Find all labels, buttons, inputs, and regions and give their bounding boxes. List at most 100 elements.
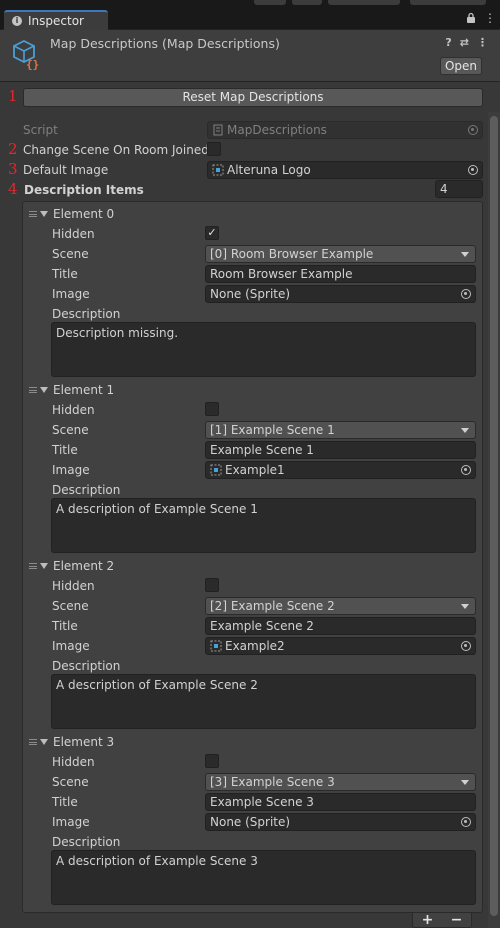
scene-dropdown[interactable]: [2] Example Scene 2 xyxy=(205,597,476,615)
drag-handle-icon[interactable] xyxy=(29,211,37,217)
component-header: {} Map Descriptions (Map Descriptions) ?… xyxy=(0,30,500,82)
image-value: None (Sprite) xyxy=(210,287,291,301)
element-header[interactable]: Element 2 xyxy=(29,559,114,573)
scene-value: [1] Example Scene 1 xyxy=(210,423,335,437)
foldout-triangle-icon[interactable] xyxy=(40,211,48,217)
scene-value: [2] Example Scene 2 xyxy=(210,599,335,613)
reset-map-descriptions-button[interactable]: Reset Map Descriptions xyxy=(23,88,483,107)
image-field[interactable]: None (Sprite) xyxy=(205,285,476,303)
description-label: Description xyxy=(52,659,121,673)
scene-dropdown[interactable]: [1] Example Scene 1 xyxy=(205,421,476,439)
image-field[interactable]: Example2 xyxy=(205,637,476,655)
help-icon[interactable]: ? xyxy=(445,36,451,49)
list-footer: + − xyxy=(412,913,472,928)
image-label: Image xyxy=(52,463,90,477)
scrollbar[interactable] xyxy=(488,112,500,928)
lock-icon[interactable] xyxy=(466,12,476,24)
dropdown-arrow-icon xyxy=(461,604,469,609)
hidden-checkbox[interactable] xyxy=(205,754,219,768)
title-label: Title xyxy=(52,619,78,633)
script-component-icon: {} xyxy=(13,39,39,71)
description-textarea[interactable]: A description of Example Scene 3 xyxy=(51,850,476,905)
scene-label: Scene xyxy=(52,775,89,789)
scene-value: [0] Room Browser Example xyxy=(210,247,374,261)
drag-handle-icon[interactable] xyxy=(29,739,37,745)
change-scene-label: Change Scene On Room Joined xyxy=(23,143,209,157)
scene-label: Scene xyxy=(52,599,89,613)
foldout-triangle-icon[interactable] xyxy=(40,387,48,393)
change-scene-checkbox[interactable] xyxy=(207,142,221,156)
description-label: Description xyxy=(52,307,121,321)
image-value: None (Sprite) xyxy=(210,815,291,829)
header-icons: ? ⇄ ⋮ xyxy=(445,36,488,49)
drag-handle-icon[interactable] xyxy=(29,563,37,569)
dropdown-arrow-icon xyxy=(461,780,469,785)
object-picker-icon[interactable] xyxy=(461,817,471,827)
toolbar-button[interactable] xyxy=(292,0,322,5)
object-picker-icon[interactable] xyxy=(461,465,471,475)
hidden-checkbox[interactable] xyxy=(205,578,219,592)
scene-label: Scene xyxy=(52,423,89,437)
scene-dropdown[interactable]: [0] Room Browser Example xyxy=(205,245,476,263)
scrollbar-thumb[interactable] xyxy=(490,116,498,916)
object-picker-icon[interactable] xyxy=(461,641,471,651)
object-picker-icon[interactable] xyxy=(461,289,471,299)
kebab-menu-icon[interactable]: ⋮ xyxy=(484,12,496,24)
foldout-triangle-icon[interactable] xyxy=(40,563,48,569)
hidden-label: Hidden xyxy=(52,227,95,241)
element-header[interactable]: Element 3 xyxy=(29,735,114,749)
image-value: Example2 xyxy=(225,639,285,653)
sprite-icon xyxy=(210,640,222,652)
hidden-checkbox[interactable] xyxy=(205,402,219,416)
toolbar-button[interactable] xyxy=(410,0,486,5)
script-field: MapDescriptions xyxy=(207,121,483,139)
title-field[interactable]: Room Browser Example xyxy=(205,265,476,283)
open-button[interactable]: Open xyxy=(440,57,482,75)
description-textarea[interactable]: A description of Example Scene 1 xyxy=(51,498,476,553)
default-image-value: Alteruna Logo xyxy=(227,163,311,177)
title-label: Title xyxy=(52,267,78,281)
tab-inspector[interactable]: i Inspector xyxy=(4,10,108,30)
description-textarea[interactable]: Description missing. xyxy=(51,322,476,377)
foldout-triangle-icon[interactable] xyxy=(40,739,48,745)
default-image-field[interactable]: Alteruna Logo xyxy=(207,161,483,179)
component-menu-icon[interactable]: ⋮ xyxy=(477,36,488,49)
preset-icon[interactable]: ⇄ xyxy=(460,36,469,49)
image-label: Image xyxy=(52,287,90,301)
hidden-checkbox[interactable]: ✓ xyxy=(205,226,219,240)
component-title: Map Descriptions (Map Descriptions) xyxy=(50,36,280,51)
object-picker-icon xyxy=(468,125,478,135)
hidden-label: Hidden xyxy=(52,403,95,417)
title-field[interactable]: Example Scene 2 xyxy=(205,617,476,635)
array-size-field[interactable]: 4 xyxy=(435,180,483,198)
toolbar-button[interactable] xyxy=(254,0,286,5)
annotation-number: 2 xyxy=(8,140,18,158)
remove-element-button[interactable]: − xyxy=(451,913,463,927)
scene-dropdown[interactable]: [3] Example Scene 3 xyxy=(205,773,476,791)
element-header[interactable]: Element 1 xyxy=(29,383,114,397)
info-icon: i xyxy=(12,16,22,26)
element-name: Element 3 xyxy=(53,735,115,749)
add-element-button[interactable]: + xyxy=(422,913,434,927)
tab-label: Inspector xyxy=(28,14,84,28)
toolbar-button[interactable] xyxy=(328,0,400,5)
title-field[interactable]: Example Scene 3 xyxy=(205,793,476,811)
image-field[interactable]: Example1 xyxy=(205,461,476,479)
object-picker-icon[interactable] xyxy=(468,165,478,175)
hidden-label: Hidden xyxy=(52,755,95,769)
element-name: Element 2 xyxy=(53,559,115,573)
description-items-label[interactable]: Description Items xyxy=(24,183,144,197)
description-label: Description xyxy=(52,835,121,849)
image-value: Example1 xyxy=(225,463,285,477)
image-field[interactable]: None (Sprite) xyxy=(205,813,476,831)
dropdown-arrow-icon xyxy=(461,252,469,257)
tab-bar: i Inspector ⋮ xyxy=(0,8,500,30)
inspector-panel: {} Map Descriptions (Map Descriptions) ?… xyxy=(0,30,500,928)
drag-handle-icon[interactable] xyxy=(29,387,37,393)
title-field[interactable]: Example Scene 1 xyxy=(205,441,476,459)
description-label: Description xyxy=(52,483,121,497)
description-textarea[interactable]: A description of Example Scene 2 xyxy=(51,674,476,729)
element-header[interactable]: Element 0 xyxy=(29,207,114,221)
scene-label: Scene xyxy=(52,247,89,261)
hidden-label: Hidden xyxy=(52,579,95,593)
